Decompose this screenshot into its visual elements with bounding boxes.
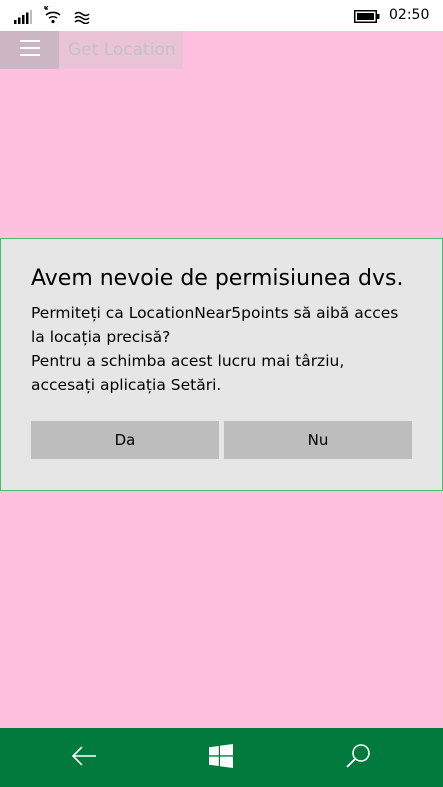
status-icons bbox=[14, 6, 90, 24]
dialog-title: Avem nevoie de permisiunea dvs. bbox=[31, 266, 404, 291]
search-button[interactable] bbox=[328, 728, 388, 787]
dialog-message-line: la locația precisă? bbox=[31, 328, 171, 346]
dialog-message-line: Pentru a schimba acest lucru mai târziu, bbox=[31, 352, 345, 370]
dialog-message-line: Permiteți ca LocationNear5points să aibă… bbox=[31, 304, 399, 322]
dialog-message-line: accesați aplicația Setări. bbox=[31, 376, 222, 394]
battery-icon bbox=[354, 8, 380, 23]
status-time: 02:50 bbox=[389, 7, 430, 23]
windows-start-icon bbox=[209, 743, 233, 772]
dialog-message: Permiteți ca LocationNear5points să aibă… bbox=[31, 301, 426, 397]
status-bar: 02:50 bbox=[0, 0, 443, 31]
search-icon bbox=[345, 743, 371, 773]
hamburger-icon bbox=[19, 40, 40, 60]
permission-dialog: Avem nevoie de permisiunea dvs. Permiteț… bbox=[0, 238, 443, 491]
yes-button[interactable]: Da bbox=[31, 421, 219, 459]
hamburger-menu-button[interactable] bbox=[0, 31, 59, 69]
navigation-bar bbox=[0, 728, 443, 787]
start-button[interactable] bbox=[191, 728, 251, 787]
no-button[interactable]: Nu bbox=[224, 421, 412, 459]
page-title: Get Location bbox=[68, 40, 176, 60]
wifi-icon bbox=[43, 6, 63, 24]
back-button[interactable] bbox=[54, 728, 114, 787]
wifi-calling-icon bbox=[74, 10, 90, 24]
signal-icon bbox=[14, 10, 32, 24]
back-arrow-icon bbox=[71, 745, 97, 770]
app-bar: Get Location bbox=[0, 31, 183, 69]
